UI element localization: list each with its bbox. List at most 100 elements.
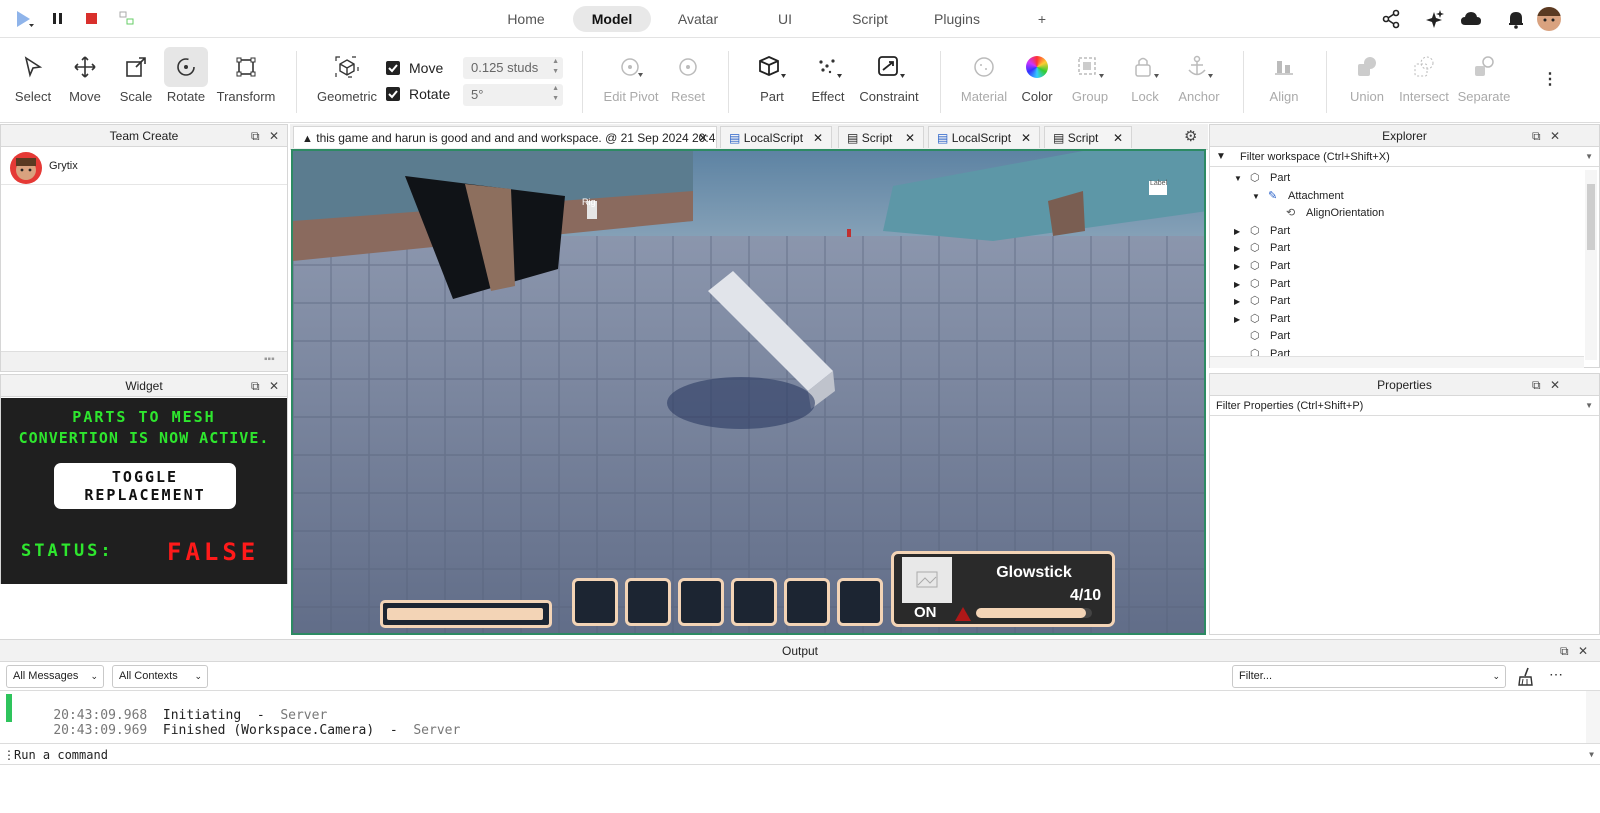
rotate-tool[interactable]: Rotate bbox=[164, 47, 208, 119]
properties-filter-input[interactable]: Filter Properties (Ctrl+Shift+P) ▼ bbox=[1210, 396, 1599, 416]
explorer-tree-row[interactable]: ▶ ⬡ Part bbox=[1234, 293, 1290, 310]
caret-right-icon[interactable]: ▶ bbox=[1234, 276, 1250, 293]
move-tool[interactable]: Move bbox=[62, 47, 108, 119]
game-viewport[interactable]: Rig Label ON Glowstick 4/10 bbox=[291, 149, 1206, 635]
close-icon[interactable]: ✕ bbox=[1550, 129, 1560, 143]
explorer-tree-row[interactable]: ▶ ⬡ Part bbox=[1234, 276, 1290, 293]
context-dropdown[interactable]: All Contexts ⌄ bbox=[112, 665, 208, 688]
explorer-tree-row[interactable]: ▶ ⬡ Part bbox=[1234, 240, 1290, 257]
caret-right-icon[interactable]: ▶ bbox=[1234, 223, 1250, 240]
scale-tool[interactable]: Scale bbox=[113, 47, 159, 119]
reset-pivot-button[interactable]: Reset bbox=[666, 47, 710, 119]
more-options-icon[interactable]: ⋮ bbox=[1542, 69, 1558, 89]
close-icon[interactable]: ✕ bbox=[1550, 378, 1560, 392]
hotbar-slot[interactable] bbox=[784, 578, 830, 626]
output-filter-input[interactable]: Filter... ⌄ bbox=[1232, 665, 1506, 688]
edit-pivot-button[interactable]: Edit Pivot bbox=[598, 47, 664, 119]
client-server-button[interactable] bbox=[118, 10, 136, 28]
item-card[interactable]: ON Glowstick 4/10 bbox=[891, 551, 1115, 627]
move-snap-input[interactable]: 0.125 studs ▲ ▼ bbox=[463, 57, 563, 79]
group-button[interactable]: Group bbox=[1064, 47, 1116, 119]
undock-icon[interactable]: ⧉ bbox=[1532, 129, 1541, 144]
scrollbar[interactable] bbox=[1586, 691, 1600, 743]
message-type-dropdown[interactable]: All Messages ⌄ bbox=[6, 665, 104, 688]
close-icon[interactable]: ✕ bbox=[1113, 127, 1123, 148]
hotbar-slot[interactable] bbox=[731, 578, 777, 626]
tab-script-1[interactable]: ▤ Script ✕ bbox=[838, 126, 924, 148]
tab-localscript-2[interactable]: ▤ LocalScript ✕ bbox=[928, 126, 1040, 148]
undock-icon[interactable]: ⧉ bbox=[251, 379, 260, 394]
rotate-snap-input[interactable]: 5° ▲ ▼ bbox=[463, 84, 563, 106]
avatar[interactable] bbox=[1537, 7, 1561, 31]
intersect-button[interactable]: Intersect bbox=[1394, 47, 1454, 119]
more-options-icon[interactable]: ⋯ bbox=[1549, 666, 1563, 683]
explorer-tree-row[interactable]: ⬡ Part bbox=[1234, 328, 1290, 345]
tab-place[interactable]: ▲ this game and harun is good and and an… bbox=[293, 126, 717, 148]
horizontal-scrollbar[interactable] bbox=[1210, 356, 1584, 368]
tab-model[interactable]: Model bbox=[573, 6, 651, 32]
explorer-tree-row[interactable]: ▶ ⬡ Part bbox=[1234, 311, 1290, 328]
hotbar-slot[interactable] bbox=[572, 578, 618, 626]
caret-right-icon[interactable]: ▶ bbox=[1234, 240, 1250, 257]
close-icon[interactable]: ✕ bbox=[269, 379, 279, 393]
caret-right-icon[interactable]: ▶ bbox=[1234, 311, 1250, 328]
separate-button[interactable]: Separate bbox=[1456, 47, 1512, 119]
toggle-replacement-button[interactable]: TOGGLE REPLACEMENT bbox=[54, 463, 236, 509]
explorer-tree-row[interactable]: ▶ ⬡ Part bbox=[1234, 223, 1290, 240]
explorer-tree-row[interactable]: ⬡ Part bbox=[1234, 346, 1290, 356]
explorer-filter-input[interactable]: ▼ Filter workspace (Ctrl+Shift+X) ▼ bbox=[1210, 147, 1599, 167]
tab-script-2[interactable]: ▤ Script ✕ bbox=[1044, 126, 1132, 148]
command-bar-input[interactable]: ⋮ Run a command ▼ bbox=[0, 745, 1600, 765]
pause-button[interactable] bbox=[50, 10, 66, 28]
anchor-button[interactable]: Anchor bbox=[1172, 47, 1226, 119]
caret-right-icon[interactable]: ▶ bbox=[1234, 293, 1250, 310]
notifications-button[interactable] bbox=[1506, 9, 1526, 34]
scrollbar-thumb[interactable] bbox=[1587, 184, 1595, 250]
tab-settings-gear-icon[interactable]: ⚙ bbox=[1184, 127, 1197, 145]
stop-button[interactable] bbox=[84, 10, 100, 28]
explorer-tree-row[interactable]: ▶ ⬡ Part bbox=[1234, 258, 1290, 275]
tab-ui[interactable]: UI bbox=[760, 6, 810, 32]
close-icon[interactable]: ✕ bbox=[269, 129, 279, 143]
transform-tool[interactable]: Transform bbox=[213, 47, 279, 119]
chevron-down-icon[interactable]: ▼ bbox=[1585, 396, 1593, 416]
hotbar-slot[interactable] bbox=[625, 578, 671, 626]
stepper-icon[interactable]: ▲ ▼ bbox=[552, 84, 559, 104]
chevron-down-icon[interactable]: ▼ bbox=[1589, 745, 1594, 765]
tab-script[interactable]: Script bbox=[840, 6, 900, 32]
close-icon[interactable]: ✕ bbox=[698, 127, 708, 148]
explorer-tree-row[interactable]: ▼ ✎ Attachment bbox=[1252, 188, 1344, 205]
close-icon[interactable]: ✕ bbox=[1578, 644, 1588, 658]
lock-button[interactable]: Lock bbox=[1120, 47, 1170, 119]
tab-avatar[interactable]: Avatar bbox=[668, 6, 728, 32]
explorer-tree-row[interactable]: ▼ ⬡ Part bbox=[1234, 170, 1290, 187]
undock-icon[interactable]: ⧉ bbox=[1560, 644, 1569, 659]
hotbar-slot[interactable] bbox=[837, 578, 883, 626]
part-button[interactable]: Part bbox=[746, 47, 798, 119]
constraint-button[interactable]: Constraint bbox=[855, 47, 923, 119]
effect-button[interactable]: Effect bbox=[804, 47, 852, 119]
team-user-row[interactable]: Grytix bbox=[1, 149, 287, 185]
caret-down-icon[interactable]: ▼ bbox=[1234, 170, 1250, 187]
hotbar-slot[interactable] bbox=[678, 578, 724, 626]
undock-icon[interactable]: ⧉ bbox=[251, 129, 260, 144]
material-button[interactable]: Material bbox=[956, 47, 1012, 119]
tab-plugins[interactable]: Plugins bbox=[922, 6, 992, 32]
tab-localscript-1[interactable]: ▤ LocalScript ✕ bbox=[720, 126, 832, 148]
explorer-tree-row[interactable]: ⟲ AlignOrientation bbox=[1270, 205, 1384, 222]
caret-right-icon[interactable]: ▶ bbox=[1234, 258, 1250, 275]
close-icon[interactable]: ✕ bbox=[1021, 127, 1031, 148]
color-button[interactable]: Color bbox=[1015, 47, 1059, 119]
chevron-down-icon[interactable]: ▼ bbox=[1585, 147, 1593, 167]
assistant-button[interactable] bbox=[1425, 9, 1445, 34]
caret-down-icon[interactable]: ▼ bbox=[1252, 188, 1268, 205]
stepper-icon[interactable]: ▲ ▼ bbox=[552, 57, 559, 77]
play-button[interactable] bbox=[14, 9, 36, 29]
align-button[interactable]: Align bbox=[1260, 47, 1308, 119]
move-snap-checkbox[interactable] bbox=[386, 61, 400, 75]
close-icon[interactable]: ✕ bbox=[905, 127, 915, 148]
geometric-mode-button[interactable]: Geometric bbox=[312, 47, 382, 119]
select-tool[interactable]: Select bbox=[10, 47, 56, 119]
resize-grip-icon[interactable]: ▪▪▪ bbox=[264, 354, 275, 365]
clear-output-button[interactable] bbox=[1516, 666, 1536, 691]
